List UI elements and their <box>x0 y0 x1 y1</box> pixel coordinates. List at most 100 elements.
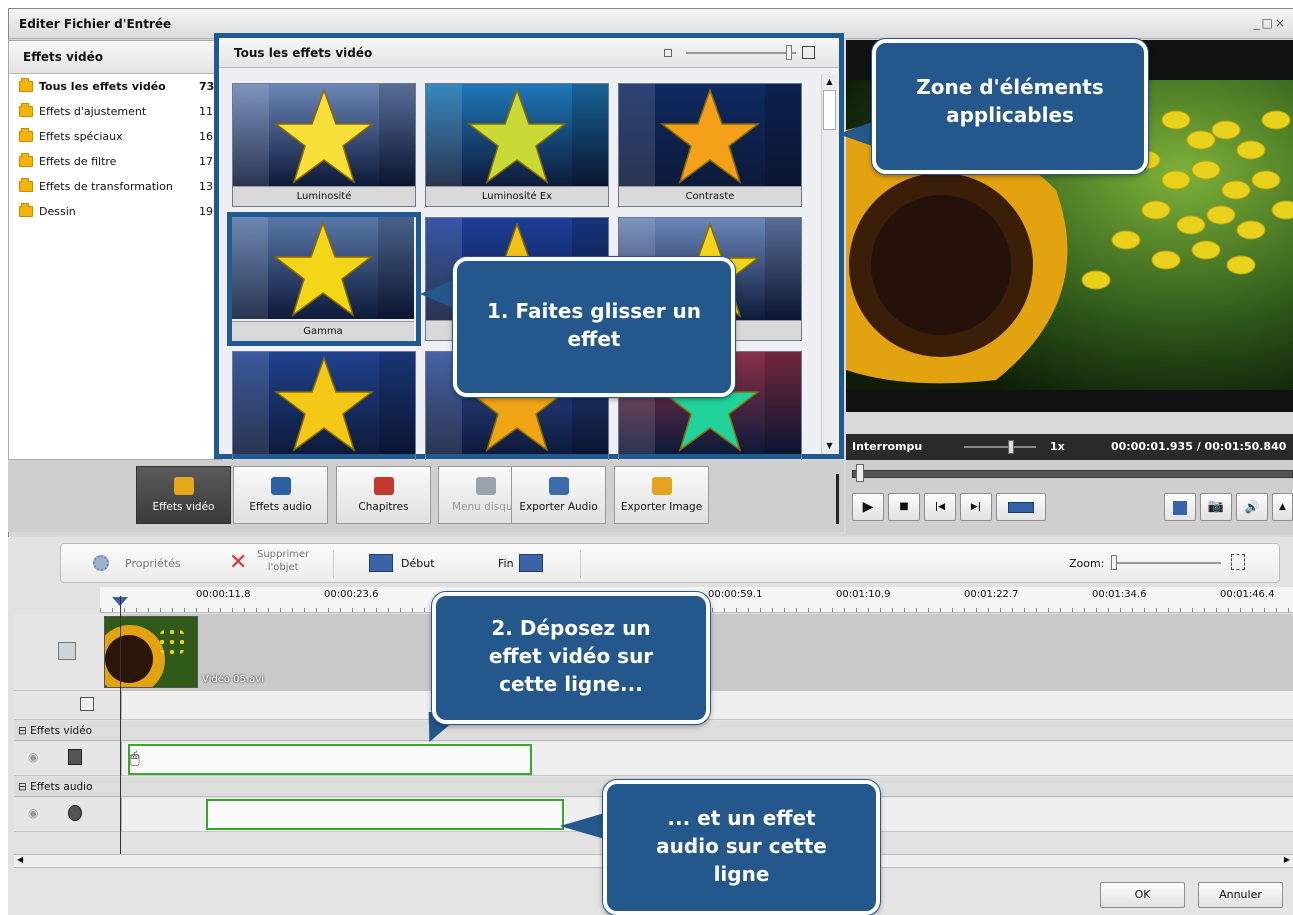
effect-thumbnail[interactable] <box>232 351 416 475</box>
toolbar-label: Effets vidéo <box>152 501 215 513</box>
volume-button[interactable]: 🔊 <box>1236 493 1268 521</box>
folder-icon <box>19 203 33 217</box>
fullscreen-button[interactable] <box>996 493 1046 521</box>
previous-icon: |◀ <box>934 502 946 512</box>
category-count: 19 <box>199 205 213 218</box>
thumbnail-size-slider[interactable] <box>664 45 829 60</box>
end-button[interactable]: Fin <box>498 557 514 570</box>
effect-thumbnail[interactable]: Contraste <box>618 83 802 207</box>
stop-button[interactable]: ■ <box>888 493 920 521</box>
properties-button[interactable]: Propriétés <box>125 557 181 570</box>
scroll-up-arrow-icon[interactable]: ▲ <box>824 76 835 88</box>
effect-thumbnail[interactable]: Gamma <box>227 212 421 346</box>
delete-icon: ✕ <box>229 550 248 575</box>
category-count: 16 <box>199 130 213 143</box>
delete-object-button[interactable]: Supprimer l'objet <box>257 548 309 574</box>
ruler-tick-label: 00:01:34.6 <box>1092 589 1147 600</box>
zoom-slider[interactable] <box>1111 562 1221 564</box>
flower <box>1161 110 1191 130</box>
separator <box>580 550 581 578</box>
effect-label: Luminosité <box>233 186 415 206</box>
scroll-left-arrow-icon[interactable]: ◀ <box>17 855 23 864</box>
category-item[interactable]: Dessin 19 <box>9 199 222 224</box>
end-marker-icon <box>519 554 543 572</box>
settings-button[interactable] <box>1164 493 1196 521</box>
eye-icon[interactable]: ◉ <box>28 806 38 820</box>
flower <box>1111 230 1141 250</box>
toolbar-button[interactable]: Effets audio <box>233 466 328 524</box>
play-button[interactable]: ▶ <box>852 493 884 521</box>
zoom-slider-thumb[interactable] <box>1111 555 1117 570</box>
toolbar-icon <box>270 477 291 495</box>
folder-icon <box>19 103 33 117</box>
fit-zoom-icon[interactable] <box>1231 554 1245 570</box>
star-icon <box>274 87 374 184</box>
flower <box>1221 180 1251 200</box>
toolbar-icon <box>373 477 394 495</box>
track-header <box>14 691 122 719</box>
video-effect-drop-zone[interactable] <box>128 744 532 775</box>
drag-cursor-icon: 🖱 <box>130 748 140 767</box>
next-frame-button[interactable]: ▶| <box>960 493 992 521</box>
toolbar-button[interactable]: Effets vidéo <box>136 466 231 524</box>
category-label: Effets de transformation <box>39 180 173 193</box>
stop-icon: ■ <box>899 501 909 512</box>
play-icon: ▶ <box>862 499 874 515</box>
scroll-thumb[interactable] <box>823 90 836 130</box>
player-controls: ▶ ■ |◀ ▶| 📷 🔊 ▲ <box>846 460 1293 535</box>
playback-time: 00:00:01.935 / 00:01:50.840 <box>1111 440 1287 453</box>
category-count: 73 <box>199 80 215 93</box>
arrow-up-icon: ▲ <box>1279 502 1286 512</box>
start-button[interactable]: Début <box>401 557 435 570</box>
category-count: 13 <box>199 180 213 193</box>
toolbar-button[interactable]: Chapitres <box>336 466 431 524</box>
category-item[interactable]: Effets d'ajustement 11 <box>9 99 222 124</box>
speed-slider-thumb[interactable] <box>1008 440 1014 454</box>
folder-icon <box>19 153 33 167</box>
speed-slider[interactable] <box>964 446 1036 448</box>
effect-label: Gamma <box>232 321 414 341</box>
effects-grid-scrollbar[interactable]: ▲ ▼ <box>821 74 837 454</box>
camera-icon: 📷 <box>1207 499 1225 514</box>
category-label: Effets de filtre <box>39 155 117 168</box>
effect-preview <box>232 217 414 319</box>
toolbar-button[interactable]: Exporter Audio <box>511 466 606 524</box>
category-item[interactable]: Tous les effets vidéo 73 <box>9 74 222 99</box>
more-controls-button[interactable]: ▲ <box>1272 493 1293 521</box>
toolbar-button[interactable]: Exporter Image <box>614 466 709 524</box>
category-label: Effets spéciaux <box>39 130 123 143</box>
ruler-tick-label: 00:00:23.6 <box>324 589 379 600</box>
previous-frame-button[interactable]: |◀ <box>924 493 956 521</box>
star-icon <box>467 87 567 184</box>
eye-icon[interactable]: ◉ <box>28 750 38 764</box>
next-icon: ▶| <box>970 502 982 512</box>
category-item[interactable]: Effets de filtre 17 <box>9 149 222 174</box>
scroll-down-arrow-icon[interactable]: ▼ <box>824 440 835 452</box>
window-controls[interactable]: _□× <box>1254 9 1287 39</box>
video-clip-thumbnail[interactable] <box>104 616 198 688</box>
flower <box>1161 170 1191 190</box>
flower <box>1081 270 1111 290</box>
category-label: Effets d'ajustement <box>39 105 147 118</box>
effect-thumbnail[interactable]: Luminosité Ex <box>425 83 609 207</box>
video-effects-section[interactable]: ⊟ Effets vidéo <box>14 721 1293 741</box>
position-slider-thumb[interactable] <box>856 464 864 482</box>
category-label: Tous les effets vidéo <box>39 80 166 93</box>
category-item[interactable]: Effets spéciaux 16 <box>9 124 222 149</box>
category-panel: Effets vidéo Tous les effets vidéo 73 Effe… <box>8 40 223 460</box>
flower <box>1141 200 1171 220</box>
audio-effect-icon <box>68 805 82 821</box>
effect-thumbnail[interactable]: Luminosité <box>232 83 416 207</box>
ok-button[interactable]: OK <box>1100 882 1185 908</box>
cancel-button[interactable]: Annuler <box>1198 882 1283 908</box>
callout-drag: 1. Faites glisser un effet <box>453 257 735 397</box>
audio-effect-drop-zone[interactable] <box>206 799 564 830</box>
star-icon <box>273 220 373 317</box>
scroll-right-arrow-icon[interactable]: ▶ <box>1284 855 1290 864</box>
separator <box>333 550 334 578</box>
snapshot-button[interactable]: 📷 <box>1200 493 1232 521</box>
category-item[interactable]: Effets de transformation 13 <box>9 174 222 199</box>
start-marker-icon <box>369 554 393 572</box>
position-slider[interactable] <box>852 470 1293 478</box>
track-header: ◉ <box>14 798 122 831</box>
